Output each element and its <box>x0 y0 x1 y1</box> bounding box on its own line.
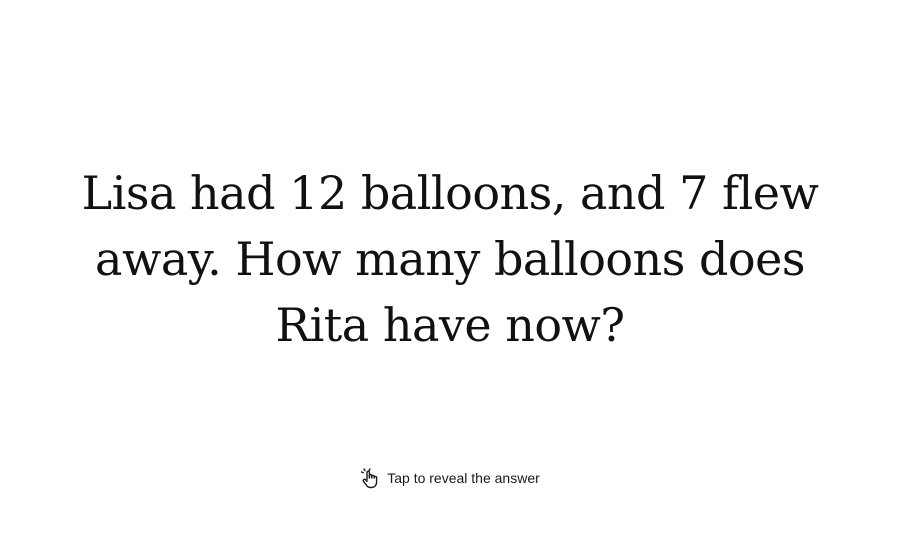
tap-hand-icon <box>360 467 380 489</box>
question-card[interactable]: Lisa had 12 balloons, and 7 flew away. H… <box>0 0 900 550</box>
reveal-answer-label: Tap to reveal the answer <box>387 470 540 486</box>
question-text: Lisa had 12 balloons, and 7 flew away. H… <box>81 166 819 352</box>
reveal-answer-button[interactable]: Tap to reveal the answer <box>0 467 900 489</box>
